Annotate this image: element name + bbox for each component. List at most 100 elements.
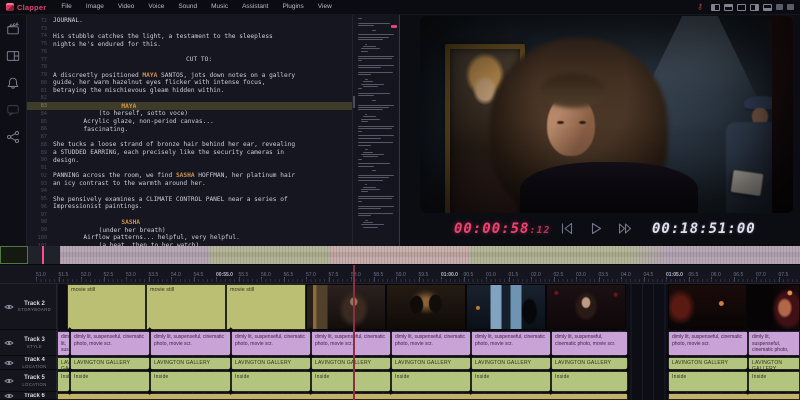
panel-plain-icon[interactable] (737, 4, 746, 11)
clip-cell[interactable]: LAVINGTON GALLERY (70, 357, 150, 370)
menu-item-music[interactable]: Music (204, 0, 235, 14)
minimap-line (361, 154, 384, 155)
clip-cell[interactable] (668, 393, 800, 400)
menu-item-sound[interactable]: Sound (171, 0, 204, 14)
window-restore-icon[interactable] (776, 4, 783, 10)
clip-cell[interactable]: dimly lit, suspenseful, cinematic photo,… (311, 331, 391, 356)
clip-label: Inside (74, 374, 89, 380)
bell-icon[interactable] (6, 76, 20, 90)
clip-cell[interactable]: dimly lit, suspenseful, cinematic photo,… (551, 331, 628, 356)
clip-cell[interactable]: Inside (311, 371, 391, 392)
script-segment: design. (53, 157, 79, 164)
visibility-eye-icon[interactable] (4, 334, 16, 352)
track-header-track-5[interactable]: Track 5LOCATION (0, 371, 57, 392)
character-keyword: SASHA (176, 172, 195, 179)
clip-cell[interactable]: LAVINGTON GALLERY (150, 357, 231, 370)
menu-item-view[interactable]: View (311, 0, 339, 14)
visibility-eye-icon[interactable] (4, 298, 16, 316)
fast-forward-button[interactable] (618, 222, 631, 234)
clip-cell[interactable]: Inside (748, 371, 800, 392)
overview-playhead[interactable] (42, 246, 44, 264)
visibility-eye-icon[interactable] (4, 357, 16, 370)
clip-cell[interactable]: LAVINGTON GALLERY (311, 357, 391, 370)
clip-cell[interactable]: Inside (70, 371, 150, 392)
track-header-track-6[interactable]: Track 6 (0, 393, 57, 400)
script-line: 95She pensively examines a CLIMATE CONTR… (27, 195, 352, 203)
clip-cell[interactable]: movie still (226, 284, 306, 330)
script-scrollbar-thumb[interactable] (353, 96, 355, 108)
clip-cell[interactable]: dimly lit, suspenseful, cinematic photo,… (150, 331, 231, 356)
menu-item-video[interactable]: Video (111, 0, 142, 14)
clip-cell[interactable]: dimly lit, suspenseful, cinematic photo,… (57, 331, 70, 356)
clip-cell[interactable]: Inside (57, 371, 70, 392)
panel-top-icon[interactable] (724, 4, 733, 11)
track-header-track-3[interactable]: Track 3STYLE (0, 331, 57, 356)
storyboard-thumbnail[interactable] (668, 284, 747, 330)
panel-left-icon[interactable] (711, 4, 720, 11)
visibility-eye-icon[interactable] (4, 393, 16, 400)
script-segment: (under her breath) (99, 227, 166, 234)
clip-cell[interactable]: LAVINGTON GALLERY (748, 357, 800, 370)
clip-cell[interactable]: movie still (146, 284, 226, 330)
line-number: 76 (27, 49, 53, 55)
panel-bottom-icon[interactable] (763, 4, 772, 11)
menu-item-file[interactable]: File (54, 0, 78, 14)
clip-cell[interactable]: LAVINGTON GALLERY (471, 357, 551, 370)
clip-cell[interactable]: Inside (150, 371, 231, 392)
clip-label: Inside (395, 374, 410, 380)
script-minimap[interactable] (352, 14, 400, 246)
timeline-overview[interactable] (0, 246, 800, 265)
timeline-ruler[interactable]: 51.051.552.052.553.053.554.054.500:55.05… (0, 265, 800, 284)
storyboard-thumbnail[interactable] (386, 284, 466, 330)
clip-cell[interactable]: Inside (391, 371, 471, 392)
clip-cell[interactable]: LAVINGTON GALLERY (231, 357, 311, 370)
skip-to-start-button[interactable] (560, 222, 573, 234)
visibility-eye-icon[interactable] (4, 372, 16, 390)
play-button[interactable] (589, 222, 602, 234)
ruler-tick-mark (104, 277, 105, 282)
clip-cell[interactable]: dimly lit, suspenseful, cinematic photo,… (471, 331, 551, 356)
clip-cell[interactable]: Inside (551, 371, 628, 392)
menu-item-voice[interactable]: Voice (141, 0, 171, 14)
clip-cell[interactable]: dimly lit, suspenseful, cinematic photo,… (70, 331, 150, 356)
storyboard-thumbnail[interactable] (747, 284, 800, 330)
clip-cell[interactable]: dimly lit, suspenseful, cinematic photo,… (391, 331, 471, 356)
character-keyword: MAYA (142, 72, 157, 79)
clip-cell[interactable]: LAVINGTON GALLERY (391, 357, 471, 370)
clip-cell[interactable]: movie still (67, 284, 146, 330)
clip-cell[interactable]: LAVINGTON GALLERY (668, 357, 748, 370)
workflow-nodes-icon[interactable] (6, 130, 20, 144)
clip-cell[interactable]: dimly lit, suspenseful, cinematic photo,… (748, 331, 800, 356)
panel-right-icon[interactable] (750, 4, 759, 11)
track-header-track-2[interactable]: Track 2STORYBOARD (0, 284, 57, 330)
menu-item-plugins[interactable]: Plugins (275, 0, 310, 14)
menu-item-assistant[interactable]: Assistant (235, 0, 275, 14)
clip-cell[interactable]: LAVINGTON GALLERY (551, 357, 628, 370)
minimap-line (361, 224, 384, 225)
line-number: 75 (27, 41, 53, 47)
line-number: 80 (27, 80, 53, 86)
clip-label: movie still (71, 287, 95, 293)
clip-label: LAVINGTON GALLERY (235, 360, 291, 366)
clip-cell[interactable]: Inside (231, 371, 311, 392)
playhead[interactable] (353, 265, 355, 400)
storyboard-thumbnail[interactable] (466, 284, 546, 330)
script-editor[interactable]: 72JOURNAL.7374His stubble catches the li… (27, 14, 352, 246)
storyboard-thumbnail[interactable] (306, 284, 386, 330)
clip-cell[interactable]: dimly lit, suspenseful, cinematic photo,… (668, 331, 748, 356)
layout-panels-icon[interactable] (6, 49, 20, 63)
clip-cell[interactable]: Inside (668, 371, 748, 392)
clapperboard-icon[interactable] (6, 22, 20, 36)
storyboard-thumbnail[interactable] (546, 284, 626, 330)
app-logo[interactable]: Clapper (6, 3, 46, 12)
chat-icon[interactable] (6, 103, 20, 117)
mic-muted-icon[interactable]: ⚷ (697, 3, 703, 11)
window-maximize-icon[interactable] (787, 4, 794, 10)
clip-cell[interactable] (57, 393, 628, 400)
minimap-line (361, 119, 380, 120)
menu-item-image[interactable]: Image (79, 0, 111, 14)
clip-cell[interactable]: Inside (471, 371, 551, 392)
track-header-track-4[interactable]: Track 4LOCATION (0, 357, 57, 370)
script-line: 87 (27, 133, 352, 141)
clip-cell[interactable]: dimly lit, suspenseful, cinematic photo,… (231, 331, 311, 356)
